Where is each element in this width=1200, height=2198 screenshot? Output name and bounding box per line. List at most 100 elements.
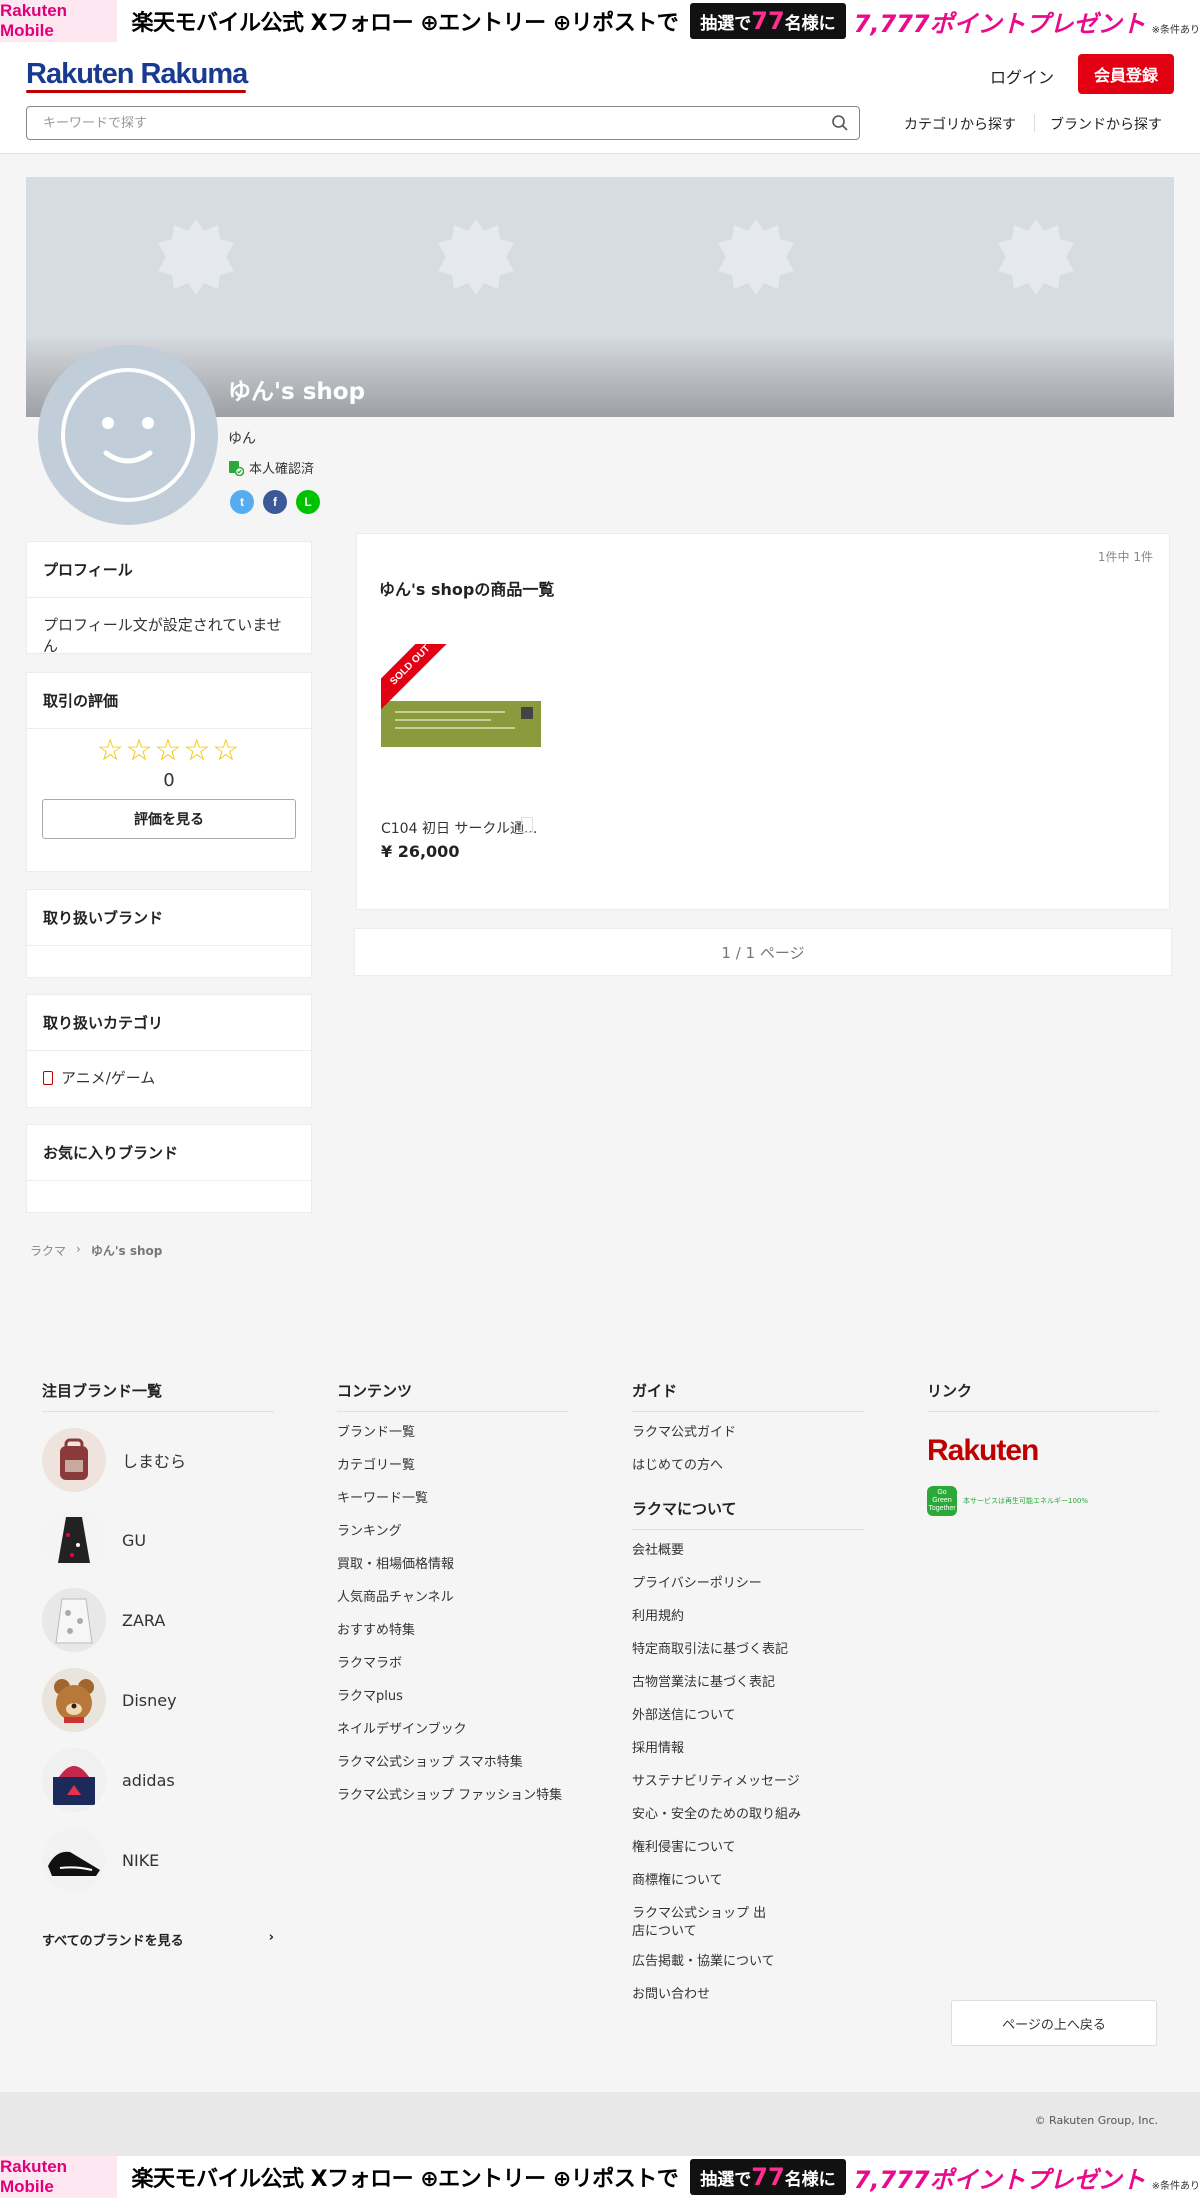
cover-decoration-icon xyxy=(438,219,514,295)
verified-status: 本人確認済 xyxy=(228,458,314,477)
brand-thumb xyxy=(42,1428,106,1492)
verified-label: 本人確認済 xyxy=(249,462,315,477)
search-input[interactable] xyxy=(27,107,807,139)
category-icon xyxy=(43,1070,53,1085)
rating-count: 0 xyxy=(163,770,175,791)
footer-link[interactable]: プライバシーポリシー xyxy=(632,1575,864,1608)
search-icon[interactable] xyxy=(831,114,849,132)
promo-points: 7,777ポイントプレゼント xyxy=(853,2165,1146,2194)
brand-item-disney[interactable]: Disney xyxy=(42,1660,274,1740)
brand-name: Disney xyxy=(122,1690,177,1710)
footer-link[interactable]: 買取・相場価格情報 xyxy=(337,1556,569,1589)
footer-link[interactable]: サステナビリティメッセージ xyxy=(632,1773,864,1806)
footer-guide: ガイド ラクマ公式ガイド はじめての方へ ラクマについて 会社概要 プライバシー… xyxy=(632,1380,864,2019)
breadcrumb-current: ゆん's shop xyxy=(90,1244,163,1258)
footer-guide-title: ガイド xyxy=(632,1380,864,1412)
footer-link[interactable]: ラクマplus xyxy=(337,1688,569,1721)
brand-name: しまむら xyxy=(122,1452,187,1471)
green-energy-badge[interactable]: Go Green Together 本サービスは再生可能エネルギー100% xyxy=(927,1486,1159,1516)
twitter-icon[interactable]: t xyxy=(230,490,254,514)
rakuten-logo[interactable]: Rakuten xyxy=(927,1434,1159,1468)
footer-link[interactable]: お問い合わせ xyxy=(632,1986,864,2019)
all-brands-link[interactable]: すべてのブランドを見る › xyxy=(42,1930,274,1949)
categories-card-title: 取り扱いカテゴリ xyxy=(27,995,311,1051)
footer-link[interactable]: ラクマ公式ショップ 出店について xyxy=(632,1905,772,1953)
promo-text: 楽天モバイル公式 Xフォロー ⊕エントリー ⊕リポストで xyxy=(131,11,679,36)
brand-name: ZARA xyxy=(122,1610,166,1630)
brand-thumb xyxy=(42,1588,106,1652)
promo-text: 楽天モバイル公式 Xフォロー ⊕エントリー ⊕リポストで xyxy=(131,2167,679,2192)
rakuten-mobile-logo: Rakuten Mobile xyxy=(0,2156,118,2198)
footer-link[interactable]: 利用規約 xyxy=(632,1608,864,1641)
promo-banner-bottom[interactable]: Rakuten Mobile 楽天モバイル公式 Xフォロー ⊕エントリー ⊕リポ… xyxy=(0,2156,1200,2198)
all-brands-label: すべてのブランドを見る xyxy=(42,1934,184,1949)
fav-brands-card: お気に入りブランド xyxy=(26,1124,312,1213)
search-box xyxy=(26,106,860,140)
profile-card: プロフィール プロフィール文が設定されていません xyxy=(26,541,312,655)
qr-code-icon xyxy=(521,707,533,719)
copyright-text: © Rakuten Group, Inc. xyxy=(1034,2114,1158,2127)
like-icon[interactable] xyxy=(521,817,533,833)
promo-points: 7,777ポイントプレゼント xyxy=(853,9,1146,38)
footer-link[interactable]: キーワード一覧 xyxy=(337,1490,569,1523)
product-card[interactable]: SOLD OUT C104 初日 サークル通... ¥ 26,000 xyxy=(381,644,541,861)
footer-link[interactable]: ブランド一覧 xyxy=(337,1424,569,1457)
footer-link[interactable]: 商標権について xyxy=(632,1872,864,1905)
product-list-panel: 1件中 1件 ゆん's shopの商品一覧 SOLD OUT C104 初日 サ… xyxy=(356,533,1170,910)
footer-link[interactable]: カテゴリー覧 xyxy=(337,1457,569,1490)
brand-item-nike[interactable]: NIKE xyxy=(42,1820,274,1900)
nav-brand-link[interactable]: ブランドから探す xyxy=(1050,114,1162,134)
footer-link[interactable]: 権利侵害について xyxy=(632,1839,864,1872)
back-to-top-button[interactable]: ページの上へ戻る xyxy=(951,2000,1157,2046)
product-image: SOLD OUT xyxy=(381,644,541,804)
footer-link[interactable]: おすすめ特集 xyxy=(337,1622,569,1655)
footer-link[interactable]: 会社概要 xyxy=(632,1542,864,1575)
brand-item-adidas[interactable]: adidas xyxy=(42,1740,274,1820)
footer-link[interactable]: 古物営業法に基づく表記 xyxy=(632,1674,864,1707)
nav-category-link[interactable]: カテゴリから探す xyxy=(904,114,1016,134)
footer-link[interactable]: 採用情報 xyxy=(632,1740,864,1773)
promo-note: ※条件あり xyxy=(1151,2180,1200,2192)
line-icon[interactable]: L xyxy=(296,490,320,514)
cover-decoration-icon xyxy=(998,219,1074,295)
view-reviews-button[interactable]: 評価を見る xyxy=(42,799,296,839)
footer-contents-title: コンテンツ xyxy=(337,1380,569,1412)
footer-link[interactable]: ラクマ公式ショップ ファッション特集 xyxy=(337,1787,569,1835)
breadcrumb-separator-icon: › xyxy=(76,1242,81,1256)
signup-button[interactable]: 会員登録 xyxy=(1078,54,1174,94)
verified-icon xyxy=(229,460,244,476)
footer-link[interactable]: ネイルデザインブック xyxy=(337,1721,569,1754)
footer-link[interactable]: ランキング xyxy=(337,1523,569,1556)
breadcrumb-home[interactable]: ラクマ xyxy=(30,1242,66,1259)
facebook-icon[interactable]: f xyxy=(263,490,287,514)
footer-link[interactable]: 外部送信について xyxy=(632,1707,864,1740)
nav-separator xyxy=(1034,114,1035,132)
login-link[interactable]: ログイン xyxy=(990,64,1054,88)
footer-link[interactable]: 広告掲載・協業について xyxy=(632,1953,864,1986)
footer-link[interactable]: ラクマ公式ガイド xyxy=(632,1424,864,1457)
footer-about-title: ラクマについて xyxy=(632,1498,864,1530)
cover-decoration-icon xyxy=(718,219,794,295)
footer-link[interactable]: はじめての方へ xyxy=(632,1457,864,1490)
brand-item-zara[interactable]: ZARA xyxy=(42,1580,274,1660)
promo-banner-top[interactable]: Rakuten Mobile 楽天モバイル公式 Xフォロー ⊕エントリー ⊕リポ… xyxy=(0,0,1200,42)
footer-link[interactable]: 人気商品チャンネル xyxy=(337,1589,569,1622)
categories-card: 取り扱いカテゴリ アニメ/ゲーム xyxy=(26,994,312,1108)
fav-brands-card-title: お気に入りブランド xyxy=(27,1125,311,1181)
chevron-right-icon: › xyxy=(268,1930,274,1945)
rating-stars: ☆☆☆☆☆ xyxy=(96,733,242,768)
owner-name: ゆん xyxy=(228,431,256,447)
footer-link[interactable]: 特定商取引法に基づく表記 xyxy=(632,1641,864,1674)
brand-item-gu[interactable]: GU xyxy=(42,1500,274,1580)
avatar[interactable] xyxy=(38,345,218,525)
rakuma-logo[interactable]: Rakuten Rakuma xyxy=(26,58,248,91)
promo-note: ※条件あり xyxy=(1151,24,1200,36)
site-header: Rakuten Rakuma ログイン 会員登録 カテゴリから探す ブランドから… xyxy=(0,42,1200,154)
brand-name: NIKE xyxy=(122,1850,160,1870)
brand-item-shimamura[interactable]: しまむら xyxy=(42,1420,274,1500)
footer-link[interactable]: 安心・安全のための取り組み xyxy=(632,1806,864,1839)
footer-link[interactable]: ラクマラボ xyxy=(337,1655,569,1688)
social-share: t f L xyxy=(230,490,320,514)
footer-link[interactable]: ラクマ公式ショップ スマホ特集 xyxy=(337,1754,569,1787)
category-item-anime-game[interactable]: アニメ/ゲーム xyxy=(43,1067,295,1088)
